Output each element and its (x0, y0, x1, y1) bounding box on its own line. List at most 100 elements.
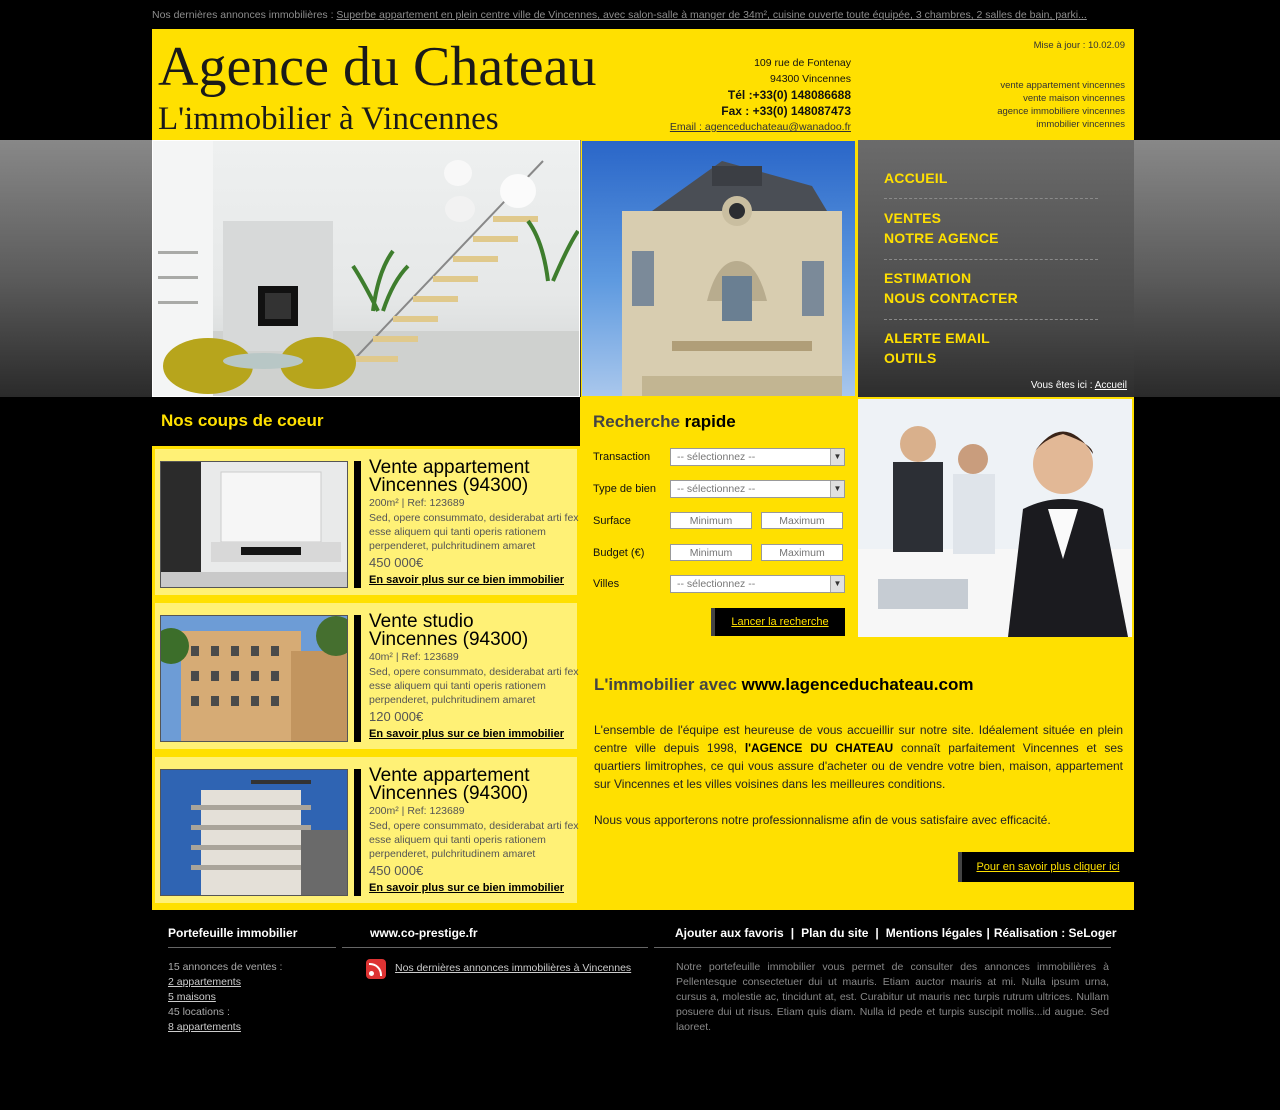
transaction-select-value: -- sélectionnez -- (677, 451, 756, 463)
breadcrumb-link[interactable]: Accueil (1095, 380, 1127, 391)
listing-accent-bar (354, 769, 361, 896)
listing-more-link[interactable]: En savoir plus sur ce bien immobilier (369, 882, 564, 894)
logo-subtitle: L'immobilier à Vincennes (158, 101, 499, 137)
nav-item-nous-contacter[interactable]: NOUS CONTACTER (884, 288, 1098, 308)
team-photo (856, 397, 1134, 639)
footer-link-plan[interactable]: Plan du site (801, 926, 868, 940)
footer-link-favoris[interactable]: Ajouter aux favoris (675, 926, 784, 940)
chevron-down-icon[interactable]: ▼ (830, 449, 844, 465)
listing-card[interactable]: Vente appartement Vincennes (94300) 200m… (153, 755, 579, 905)
featured-title: Nos coups de coeur (161, 411, 324, 430)
listing-card[interactable]: Vente studio Vincennes (94300) 40m² | Re… (153, 601, 579, 751)
type-select-value: -- sélectionnez -- (677, 483, 756, 495)
about-p1-agency: l'AGENCE DU CHATEAU (744, 741, 894, 755)
footer-divider (654, 947, 1111, 948)
search-submit-button[interactable]: Lancer la recherche (711, 608, 845, 636)
listing-title[interactable]: Vente appartement Vincennes (94300) (369, 766, 530, 804)
footer-portfolio-title: Portefeuille immobilier (168, 926, 298, 940)
listing-accent-bar (354, 615, 361, 742)
transaction-row: Transaction -- sélectionnez -- ▼ (593, 448, 853, 468)
nav-item-outils[interactable]: OUTILS (884, 348, 1098, 368)
nav-item-notre-agence[interactable]: NOTRE AGENCE (884, 228, 1098, 248)
chevron-down-icon[interactable]: ▼ (830, 481, 844, 497)
listing-title[interactable]: Vente appartement Vincennes (94300) (369, 458, 530, 495)
footer-link-mentions[interactable]: Mentions légales (886, 926, 983, 940)
ticker-prefix: Nos dernières annonces immobilières : (152, 9, 334, 21)
footer-divider (168, 947, 336, 948)
footer-sales-count: 15 annonces de ventes : (168, 961, 283, 973)
nav-item-accueil[interactable]: ACCUEIL (884, 168, 1098, 188)
quick-search-title-a: Recherche (593, 412, 680, 431)
about-title-b: www.lagenceduchateau.com (741, 675, 974, 694)
listing-description: Sed, opere consummato, desiderabat arti … (369, 820, 579, 860)
footer-portfolio-list: 15 annonces de ventes : 2 appartements 5… (168, 960, 282, 1035)
type-label: Type de bien (593, 483, 656, 495)
contact-block: 109 rue de Fontenay 94300 Vincennes Tél … (670, 55, 851, 135)
breadcrumb-prefix: Vous êtes ici : (1030, 380, 1095, 391)
quick-search-panel: Recherche rapide Transaction -- sélectio… (580, 397, 856, 639)
about-paragraph-1: L'ensemble de l'équipe est heureuse de v… (594, 721, 1123, 793)
listing-photo[interactable] (160, 769, 348, 896)
footer-links: Ajouter aux favoris | Plan du site | Mention… (675, 926, 1117, 940)
budget-max-input[interactable] (761, 544, 843, 561)
about-more-button[interactable]: Pour en savoir plus cliquer ici (958, 852, 1134, 882)
keyword[interactable]: agence immobiliere vincennes (997, 105, 1125, 118)
villes-row: Villes -- sélectionnez -- ▼ (593, 575, 853, 595)
about-title: L'immobilier avec www.lagenceduchateau.c… (594, 675, 973, 695)
listing-title-line-2: Vincennes (94300) (369, 629, 529, 650)
transaction-label: Transaction (593, 451, 651, 463)
footer-separator: | (986, 926, 990, 940)
keyword[interactable]: vente appartement vincennes (997, 79, 1125, 92)
footer-link-maisons[interactable]: 5 maisons (168, 990, 282, 1005)
listing-more-link[interactable]: En savoir plus sur ce bien immobilier (369, 728, 564, 740)
footer-separator: | (790, 926, 795, 940)
listing-title[interactable]: Vente studio Vincennes (94300) (369, 612, 529, 650)
budget-label: Budget (€) (593, 547, 645, 559)
listing-accent-bar (354, 461, 361, 588)
surface-max-input[interactable] (761, 512, 843, 529)
footer-rss-link[interactable]: Nos dernières annonces immobilières à Vi… (395, 961, 631, 976)
surface-min-input[interactable] (670, 512, 752, 529)
villes-select[interactable]: -- sélectionnez -- ▼ (670, 575, 845, 593)
footer-link-rental-appartements[interactable]: 8 appartements (168, 1020, 282, 1035)
nav-item-alerte-email[interactable]: ALERTE EMAIL (884, 328, 1098, 348)
rss-icon[interactable] (366, 959, 386, 979)
about-title-a: L'immobilier avec (594, 675, 737, 694)
latest-listings-ticker: Nos dernières annonces immobilières : Su… (152, 9, 1134, 23)
nav-item-estimation[interactable]: ESTIMATION (884, 268, 1098, 288)
footer-description: Notre portefeuille immobilier vous perme… (676, 961, 1109, 1033)
nav-group-2: VENTES NOTRE AGENCE (884, 208, 1098, 260)
type-select[interactable]: -- sélectionnez -- ▼ (670, 480, 845, 498)
email-link[interactable]: Email : agenceduchateau@wanadoo.fr (670, 119, 851, 135)
listing-title-line-2: Vincennes (94300) (369, 783, 529, 804)
villes-label: Villes (593, 578, 620, 590)
building-photo (581, 140, 856, 397)
budget-min-input[interactable] (670, 544, 752, 561)
logo-title[interactable]: Agence du Chateau (158, 36, 596, 98)
listing-photo[interactable] (160, 461, 348, 588)
transaction-select[interactable]: -- sélectionnez -- ▼ (670, 448, 845, 466)
surface-row: Surface (593, 512, 853, 532)
about-text: L'ensemble de l'équipe est heureuse de v… (594, 721, 1123, 829)
nav-group-3: ESTIMATION NOUS CONTACTER (884, 268, 1098, 320)
listing-price: 450 000€ (369, 863, 424, 878)
listing-price: 120 000€ (369, 709, 424, 724)
nav-item-ventes[interactable]: VENTES (884, 208, 1098, 228)
ticker-link[interactable]: Superbe appartement en plein centre vill… (336, 9, 1086, 21)
keyword[interactable]: immobilier vincennes (997, 118, 1125, 131)
quick-search-title: Recherche rapide (593, 412, 736, 432)
page-wrapper: Agence du Chateau L'immobilier à Vincenn… (152, 29, 1134, 910)
listing-photo[interactable] (160, 615, 348, 742)
footer-rentals-count: 45 locations : (168, 1006, 230, 1018)
listing-description: Sed, opere consummato, desiderabat arti … (369, 512, 579, 552)
about-section: L'immobilier avec www.lagenceduchateau.c… (580, 639, 1134, 910)
footer-link-realisation[interactable]: Réalisation : SeLoger (994, 926, 1117, 940)
listing-card[interactable]: Vente appartement Vincennes (94300) 200m… (153, 447, 579, 597)
listing-more-link[interactable]: En savoir plus sur ce bien immobilier (369, 574, 564, 586)
nav-group-1: ACCUEIL (884, 168, 1098, 199)
chevron-down-icon[interactable]: ▼ (830, 576, 844, 592)
footer-partner-title[interactable]: www.co-prestige.fr (370, 926, 478, 940)
footer-link-appartements[interactable]: 2 appartements (168, 975, 282, 990)
keyword[interactable]: vente maison vincennes (997, 92, 1125, 105)
footer-divider (342, 947, 648, 948)
